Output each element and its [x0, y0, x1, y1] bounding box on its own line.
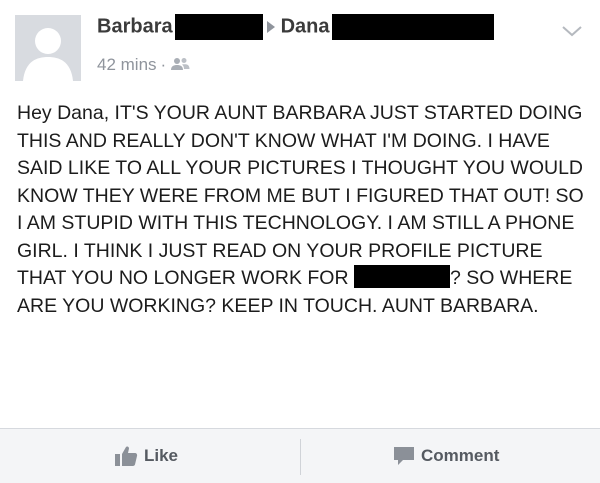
author-line: Barbara Dana: [97, 14, 494, 44]
comment-label: Comment: [421, 446, 500, 465]
comment-button[interactable]: Comment: [393, 429, 499, 483]
recipient-name[interactable]: Dana: [281, 16, 330, 38]
post-header: Barbara Dana 42 mins ·: [0, 0, 600, 100]
avatar[interactable]: [15, 15, 81, 81]
arrow-right-icon: [266, 21, 275, 33]
post-body: Hey Dana, IT'S YOUR AUNT BARBARA JUST ST…: [17, 100, 587, 320]
action-divider: [300, 439, 301, 475]
action-bar: Like Comment: [0, 428, 600, 483]
like-button[interactable]: Like: [114, 429, 178, 483]
redacted-employer: [353, 265, 450, 288]
redacted-recipient-surname: [331, 14, 494, 40]
like-label: Like: [144, 446, 179, 465]
meta-separator: ·: [160, 55, 167, 74]
timestamp[interactable]: 42 mins: [97, 55, 157, 74]
post-meta: 42 mins ·: [97, 55, 190, 76]
post-text-part-1: Hey Dana, IT'S YOUR AUNT BARBARA JUST ST…: [17, 102, 584, 289]
author-name[interactable]: Barbara: [97, 16, 173, 38]
friends-icon[interactable]: [170, 56, 190, 76]
comment-icon: [393, 446, 415, 466]
thumbs-up-icon: [114, 445, 138, 467]
redacted-author-surname: [174, 14, 263, 40]
default-profile-icon: [15, 15, 81, 81]
chevron-down-icon[interactable]: [561, 24, 583, 38]
